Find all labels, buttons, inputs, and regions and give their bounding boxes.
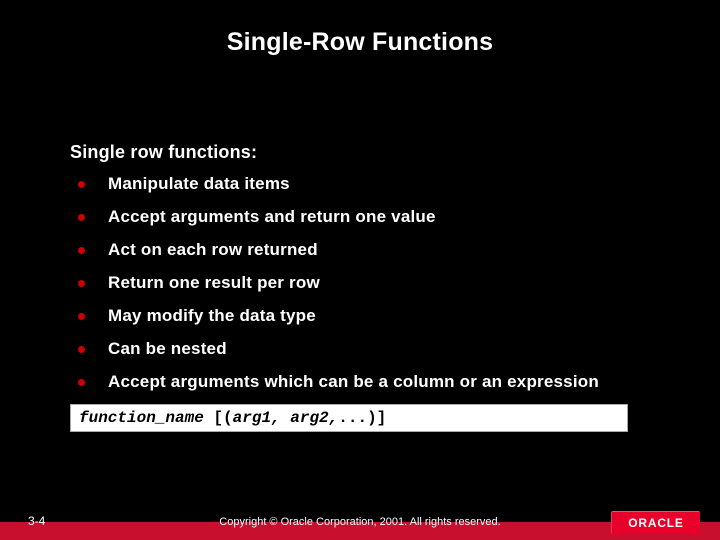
list-item: Accept arguments which can be a column o…: [70, 371, 655, 393]
bullet-list: Manipulate data items Accept arguments a…: [70, 173, 655, 393]
list-item: Act on each row returned: [70, 239, 655, 261]
oracle-logo: ORACLE: [611, 511, 700, 534]
slide: Single-Row Functions Single row function…: [0, 0, 720, 540]
list-item: Manipulate data items: [70, 173, 655, 195]
bullet-text: Return one result per row: [108, 273, 320, 292]
slide-title: Single-Row Functions: [0, 0, 720, 57]
list-item: Return one result per row: [70, 272, 655, 294]
code-args: arg1, arg2,: [233, 409, 339, 427]
bullet-icon: [78, 280, 85, 287]
bullet-text: Accept arguments and return one value: [108, 207, 436, 226]
bullet-icon: [78, 181, 85, 188]
bullet-text: Can be nested: [108, 339, 227, 358]
bullet-text: May modify the data type: [108, 306, 316, 325]
code-close: ...)]: [338, 409, 386, 427]
code-open: [(: [204, 409, 233, 427]
bullet-icon: [78, 247, 85, 254]
list-item: Accept arguments and return one value: [70, 206, 655, 228]
bullet-text: Act on each row returned: [108, 240, 318, 259]
intro-text: Single row functions:: [70, 142, 655, 163]
bullet-text: Manipulate data items: [108, 174, 290, 193]
list-item: Can be nested: [70, 338, 655, 360]
footer: 3-4 Copyright © Oracle Corporation, 2001…: [0, 504, 720, 540]
bullet-icon: [78, 346, 85, 353]
content-area: Single row functions: Manipulate data it…: [70, 142, 655, 432]
code-fn-name: function_name: [79, 409, 204, 427]
bullet-text: Accept arguments which can be a column o…: [108, 372, 599, 391]
bullet-icon: [78, 214, 85, 221]
bullet-icon: [78, 379, 85, 386]
logo-text: ORACLE: [628, 516, 683, 530]
code-syntax-box: function_name [(arg1, arg2,...)]: [70, 404, 628, 432]
list-item: May modify the data type: [70, 305, 655, 327]
bullet-icon: [78, 313, 85, 320]
